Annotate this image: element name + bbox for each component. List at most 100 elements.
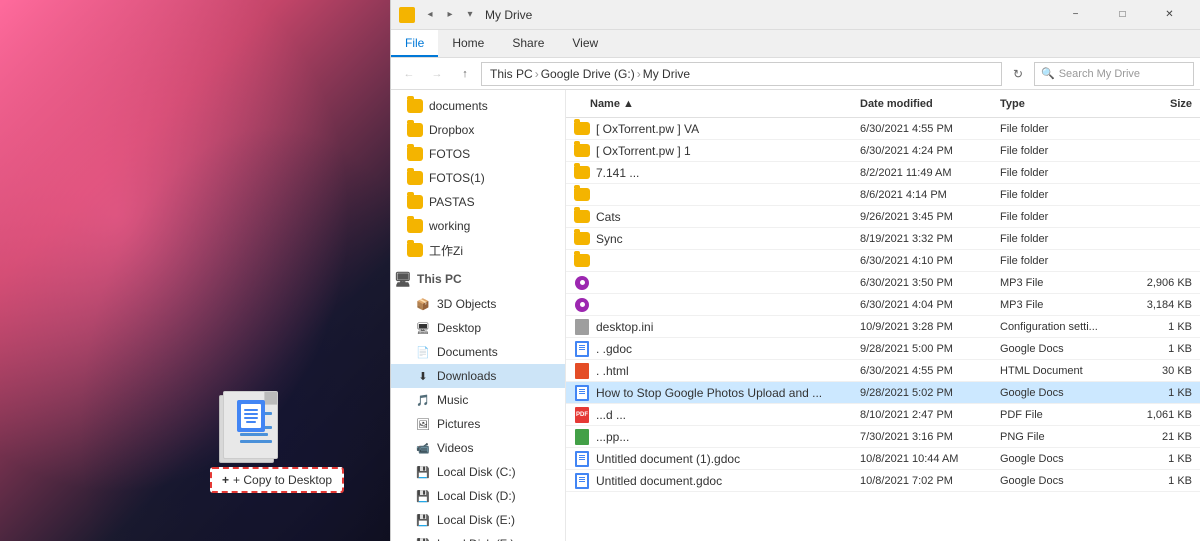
sidebar-item-local-f[interactable]: 💾 Local Disk (F:) — [391, 532, 565, 541]
mp3-icon — [572, 273, 592, 293]
folder-icon — [572, 229, 592, 249]
refresh-button[interactable]: ↻ — [1006, 62, 1030, 86]
file-row[interactable]: 6/30/2021 4:10 PM File folder — [566, 250, 1200, 272]
file-type: File folder — [1000, 211, 1130, 223]
sidebar-item-pictures[interactable]: 🖼 Pictures — [391, 412, 565, 436]
file-date: 6/30/2021 4:04 PM — [860, 299, 1000, 311]
search-box[interactable]: 🔍 Search My Drive — [1034, 62, 1194, 86]
file-name: Cats — [592, 210, 860, 224]
file-row[interactable]: 6/30/2021 3:50 PM MP3 File 2,906 KB — [566, 272, 1200, 294]
file-size: 2,906 KB — [1130, 277, 1200, 289]
sidebar-item-downloads[interactable]: ⬇ Downloads — [391, 364, 565, 388]
file-row[interactable]: [ OxTorrent.pw ] 1 6/30/2021 4:24 PM Fil… — [566, 140, 1200, 162]
file-row-selected[interactable]: How to Stop Google Photos Upload and ...… — [566, 382, 1200, 404]
file-type: File folder — [1000, 189, 1130, 201]
title-bar-title: My Drive — [485, 8, 1047, 22]
sidebar-item-gongzuozi[interactable]: 工作Zi — [391, 238, 565, 262]
file-date: 10/9/2021 3:28 PM — [860, 321, 1000, 333]
file-type: PDF File — [1000, 409, 1130, 421]
downloads-icon: ⬇ — [415, 368, 431, 384]
file-name: Sync — [592, 232, 860, 246]
file-row[interactable]: desktop.ini 10/9/2021 3:28 PM Configurat… — [566, 316, 1200, 338]
mp3-icon — [572, 295, 592, 315]
maximize-button[interactable]: □ — [1100, 1, 1145, 29]
file-name: [ OxTorrent.pw ] VA — [592, 122, 860, 136]
file-row[interactable]: Sync 8/19/2021 3:32 PM File folder — [566, 228, 1200, 250]
sidebar-item-local-c[interactable]: 💾 Local Disk (C:) — [391, 460, 565, 484]
disk-icon: 💾 — [415, 464, 431, 480]
sidebar-item-dropbox[interactable]: Dropbox — [391, 118, 565, 142]
ribbon-tab-share[interactable]: Share — [498, 30, 558, 57]
ribbon-tab-home[interactable]: Home — [438, 30, 498, 57]
folder-icon — [407, 219, 423, 233]
forward-button[interactable]: → — [425, 62, 449, 86]
sidebar-item-desktop[interactable]: 🖥 Desktop — [391, 316, 565, 340]
sidebar-item-music[interactable]: 🎵 Music — [391, 388, 565, 412]
back-button[interactable]: ← — [397, 62, 421, 86]
file-date: 9/26/2021 3:45 PM — [860, 211, 1000, 223]
sidebar-item-videos[interactable]: 📹 Videos — [391, 436, 565, 460]
file-row[interactable]: 7.141 ... 8/2/2021 11:49 AM File folder — [566, 162, 1200, 184]
sidebar-item-local-e[interactable]: 💾 Local Disk (E:) — [391, 508, 565, 532]
title-bar-forward-btn[interactable]: ▸ — [441, 6, 459, 24]
folder-icon — [407, 171, 423, 185]
file-row[interactable]: . .html 6/30/2021 4:55 PM HTML Document … — [566, 360, 1200, 382]
file-size: 1,061 KB — [1130, 409, 1200, 421]
ribbon-tab-view[interactable]: View — [558, 30, 612, 57]
minimize-button[interactable]: − — [1053, 1, 1098, 29]
gdoc-icon — [572, 471, 592, 491]
ribbon-tab-file[interactable]: File — [391, 30, 438, 57]
sidebar-item-label: working — [429, 219, 470, 233]
file-row[interactable]: PDF ...d ... 8/10/2021 2:47 PM PDF File … — [566, 404, 1200, 426]
file-date: 10/8/2021 10:44 AM — [860, 453, 1000, 465]
sidebar-item-label: FOTOS(1) — [429, 171, 485, 185]
file-size: 30 KB — [1130, 365, 1200, 377]
sidebar-item-documents[interactable]: documents — [391, 94, 565, 118]
sidebar-item-fotos1[interactable]: FOTOS(1) — [391, 166, 565, 190]
file-type: Google Docs — [1000, 453, 1130, 465]
path-this-pc: This PC — [490, 67, 533, 81]
title-bar-folder-icon — [399, 7, 415, 23]
sidebar-item-fotos[interactable]: FOTOS — [391, 142, 565, 166]
file-name: . .html — [592, 364, 860, 378]
title-bar-nav: ◂ ▸ ▾ — [421, 6, 479, 24]
file-name: ...d ... — [592, 408, 860, 422]
sidebar: documents Dropbox FOTOS FOTOS(1) PASTAS … — [391, 90, 566, 541]
file-row[interactable]: Untitled document (1).gdoc 10/8/2021 10:… — [566, 448, 1200, 470]
up-button[interactable]: ↑ — [453, 62, 477, 86]
file-row[interactable]: 8/6/2021 4:14 PM File folder — [566, 184, 1200, 206]
file-row[interactable]: . .gdoc 9/28/2021 5:00 PM Google Docs 1 … — [566, 338, 1200, 360]
col-header-size[interactable]: Size — [1130, 98, 1200, 110]
folder-icon — [572, 119, 592, 139]
file-row[interactable]: 6/30/2021 4:04 PM MP3 File 3,184 KB — [566, 294, 1200, 316]
content-area: documents Dropbox FOTOS FOTOS(1) PASTAS … — [391, 90, 1200, 541]
file-type: Google Docs — [1000, 387, 1130, 399]
sidebar-item-working[interactable]: working — [391, 214, 565, 238]
close-button[interactable]: ✕ — [1147, 1, 1192, 29]
file-row[interactable]: Cats 9/26/2021 3:45 PM File folder — [566, 206, 1200, 228]
file-row[interactable]: ...pp... 7/30/2021 3:16 PM PNG File 21 K… — [566, 426, 1200, 448]
gdoc-icon — [572, 449, 592, 469]
sidebar-item-3d-objects[interactable]: 📦 3D Objects — [391, 292, 565, 316]
title-bar-dropdown-btn[interactable]: ▾ — [461, 6, 479, 24]
file-row[interactable]: Untitled document.gdoc 10/8/2021 7:02 PM… — [566, 470, 1200, 492]
title-bar-back-btn[interactable]: ◂ — [421, 6, 439, 24]
copy-to-desktop-tooltip[interactable]: + + Copy to Desktop — [210, 467, 344, 493]
folder-icon — [572, 141, 592, 161]
videos-icon: 📹 — [415, 440, 431, 456]
address-path[interactable]: This PC › Google Drive (G:) › My Drive — [481, 62, 1002, 86]
file-name: Untitled document (1).gdoc — [592, 452, 860, 466]
file-row[interactable]: [ OxTorrent.pw ] VA 6/30/2021 4:55 PM Fi… — [566, 118, 1200, 140]
disk-icon: 💾 — [415, 536, 431, 541]
sidebar-item-pastas[interactable]: PASTAS — [391, 190, 565, 214]
col-header-name[interactable]: Name ▲ — [566, 98, 860, 110]
disk-icon: 💾 — [415, 488, 431, 504]
sidebar-item-documents2[interactable]: 📄 Documents — [391, 340, 565, 364]
sidebar-item-local-d[interactable]: 💾 Local Disk (D:) — [391, 484, 565, 508]
file-type: File folder — [1000, 145, 1130, 157]
sidebar-item-this-pc[interactable]: 🖥 This PC — [391, 266, 565, 292]
html-icon — [572, 361, 592, 381]
file-size: 1 KB — [1130, 453, 1200, 465]
col-header-type[interactable]: Type — [1000, 98, 1130, 110]
col-header-date[interactable]: Date modified — [860, 98, 1000, 110]
